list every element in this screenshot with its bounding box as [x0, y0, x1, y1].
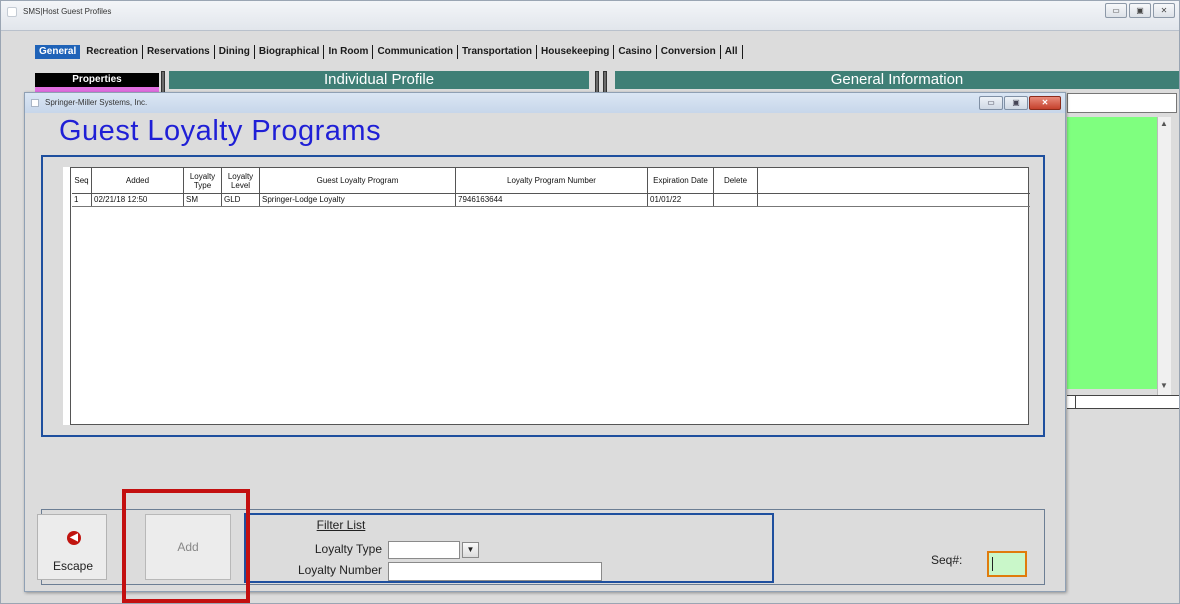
column-header-program[interactable]: Guest Loyalty Program [260, 168, 456, 193]
column-header-expiration[interactable]: Expiration Date [648, 168, 714, 193]
scroll-up-icon[interactable]: ▲ [1160, 119, 1168, 128]
cell-loyalty-level[interactable]: GLD [222, 194, 260, 206]
cell-program-number[interactable]: 7946163644 [456, 194, 648, 206]
cell-seq[interactable]: 1 [72, 194, 92, 206]
column-header-added[interactable]: Added [92, 168, 184, 193]
text-caret [992, 557, 993, 571]
loyalty-number-input[interactable] [388, 562, 602, 581]
close-button[interactable]: ✕ [1153, 3, 1175, 18]
general-info-field[interactable] [1067, 93, 1177, 113]
escape-label: Escape [52, 559, 94, 573]
loyalty-type-select[interactable] [388, 541, 460, 559]
dialog-minimize-button[interactable]: ▭ [979, 96, 1003, 110]
tab-casino[interactable]: Casino [614, 45, 657, 59]
loyalty-grid-frame: Seq Added Loyalty Type Loyalty Level Gue… [41, 155, 1045, 437]
tab-recreation[interactable]: Recreation [82, 45, 143, 59]
cell-expiration[interactable]: 01/01/22 [648, 194, 714, 206]
filter-panel: Filter List Loyalty Type ▼ Loyalty Numbe… [244, 513, 774, 583]
dialog-titlebar: Springer-Miller Systems, Inc. ▭ ▣ ✕ [25, 93, 1065, 113]
info-row [1067, 395, 1179, 409]
back-arrow-icon: ◀ [67, 531, 81, 545]
column-header-blank [758, 168, 1030, 193]
info-row-divider [1075, 395, 1076, 409]
seq-label: Seq#: [931, 553, 963, 567]
grid-header: Seq Added Loyalty Type Loyalty Level Gue… [72, 168, 1030, 194]
tab-in-room[interactable]: In Room [324, 45, 374, 59]
cell-added[interactable]: 02/21/18 12:50 [92, 194, 184, 206]
loyalty-number-label: Loyalty Number [297, 563, 382, 577]
row-selector-column[interactable] [63, 167, 71, 425]
app-icon [7, 7, 17, 17]
cell-loyalty-type[interactable]: SM [184, 194, 222, 206]
loyalty-type-label: Loyalty Type [314, 542, 382, 556]
escape-button[interactable]: ◀ Escape [37, 514, 107, 580]
profile-tabs: General Recreation Reservations Dining B… [35, 45, 743, 59]
cell-blank [758, 194, 1030, 206]
scroll-down-icon[interactable]: ▼ [1160, 381, 1168, 390]
page-title: Guest Loyalty Programs [59, 115, 382, 147]
tab-general[interactable]: General [35, 45, 81, 59]
tab-transportation[interactable]: Transportation [458, 45, 538, 59]
tab-conversion[interactable]: Conversion [657, 45, 721, 59]
tab-reservations[interactable]: Reservations [143, 45, 215, 59]
general-information-banner: General Information [615, 71, 1179, 89]
notes-panel[interactable] [1067, 117, 1169, 389]
tab-biographical[interactable]: Biographical [255, 45, 325, 59]
properties-button[interactable]: Properties [35, 73, 159, 87]
dialog-close-button[interactable]: ✕ [1029, 96, 1061, 110]
filter-title: Filter List [316, 518, 366, 532]
column-header-program-number[interactable]: Loyalty Program Number [456, 168, 648, 193]
dialog-icon [31, 99, 39, 107]
chevron-down-icon[interactable]: ▼ [462, 542, 479, 558]
column-header-delete[interactable]: Delete [714, 168, 758, 193]
minimize-button[interactable]: ▭ [1105, 3, 1127, 18]
cell-delete[interactable] [714, 194, 758, 206]
table-row[interactable]: 1 02/21/18 12:50 SM GLD Springer-Lodge L… [72, 194, 1030, 207]
highlight-box [122, 489, 250, 603]
dialog-maximize-button[interactable]: ▣ [1004, 96, 1028, 110]
loyalty-grid[interactable]: Seq Added Loyalty Type Loyalty Level Gue… [63, 167, 1030, 425]
maximize-button[interactable]: ▣ [1129, 3, 1151, 18]
tab-dining[interactable]: Dining [215, 45, 255, 59]
cell-program[interactable]: Springer-Lodge Loyalty [260, 194, 456, 206]
tab-all[interactable]: All [721, 45, 743, 59]
notes-scrollbar[interactable]: ▲ ▼ [1157, 117, 1171, 395]
window-titlebar: SMS|Host Guest Profiles ▭ ▣ ✕ [1, 1, 1179, 31]
window-title: SMS|Host Guest Profiles [23, 7, 112, 16]
dialog-title: Springer-Miller Systems, Inc. [45, 98, 148, 107]
seq-input[interactable] [987, 551, 1027, 577]
tab-housekeeping[interactable]: Housekeeping [537, 45, 615, 59]
individual-profile-banner: Individual Profile [169, 71, 589, 89]
column-header-loyalty-type[interactable]: Loyalty Type [184, 168, 222, 193]
column-header-seq[interactable]: Seq [72, 168, 92, 193]
column-header-loyalty-level[interactable]: Loyalty Level [222, 168, 260, 193]
tab-communication[interactable]: Communication [373, 45, 458, 59]
